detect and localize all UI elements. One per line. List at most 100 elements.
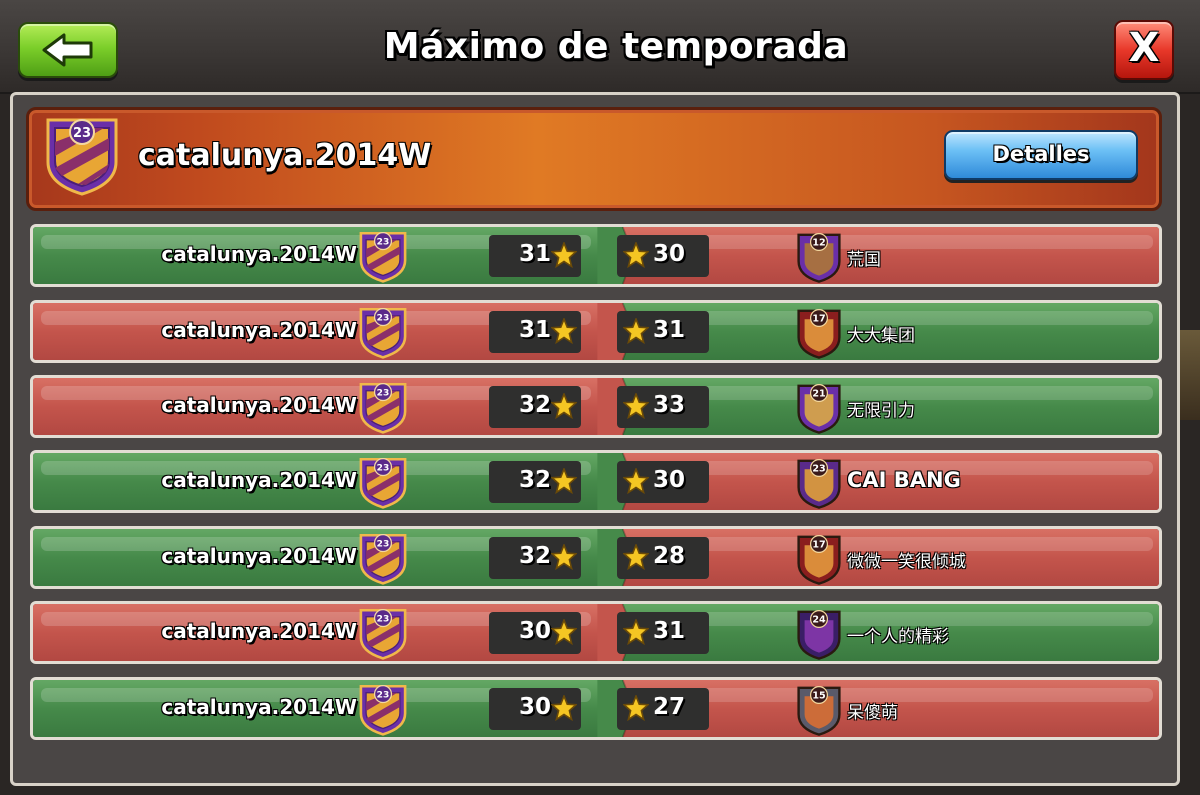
own-clan-level: 23 (377, 539, 390, 549)
war-row[interactable]: catalunya.2014W 23 31 31 17 大大集团 (30, 300, 1162, 363)
own-clan-name: catalunya.2014W (161, 318, 357, 342)
opponent-stars: 31 (653, 317, 686, 343)
own-stars-box: 30 (489, 688, 581, 730)
opponent-clan-name: 微微一笑很倾城 (847, 552, 966, 572)
star-icon (551, 242, 577, 268)
opponent-stars: 31 (653, 618, 686, 644)
own-stars: 32 (519, 467, 552, 493)
star-icon (623, 695, 649, 721)
details-button[interactable]: Detalles (944, 130, 1138, 180)
star-icon (623, 242, 649, 268)
own-clan-name: catalunya.2014W (161, 242, 357, 266)
opponent-clan-name: 一个人的精彩 (847, 627, 949, 647)
own-clan-badge-icon: 23 (359, 382, 407, 434)
war-row[interactable]: catalunya.2014W 23 32 30 23 CAI BANG (30, 450, 1162, 513)
own-clan-level: 23 (377, 463, 390, 473)
opponent-level: 12 (812, 238, 825, 249)
star-icon (551, 695, 577, 721)
star-icon (623, 544, 649, 570)
details-button-label: Detalles (992, 142, 1090, 166)
star-icon (623, 619, 649, 645)
own-clan-name: catalunya.2014W (161, 544, 357, 568)
own-stars: 30 (519, 694, 552, 720)
close-button[interactable]: X (1114, 20, 1174, 80)
own-clan-name: catalunya.2014W (161, 393, 357, 417)
clan-level: 23 (73, 126, 91, 141)
opponent-level: 17 (812, 540, 825, 551)
clan-name: catalunya.2014W (138, 138, 432, 173)
star-icon (551, 468, 577, 494)
opponent-badge-icon: 23 (797, 459, 841, 509)
war-row[interactable]: catalunya.2014W 23 30 31 24 一个人的精彩 (30, 601, 1162, 664)
own-clan-level: 23 (377, 237, 390, 247)
opponent-stars-box: 31 (617, 612, 709, 654)
own-stars-box: 32 (489, 537, 581, 579)
own-stars-box: 31 (489, 311, 581, 353)
opponent-badge-icon: 24 (797, 610, 841, 660)
opponent-clan-name: 呆傻萌 (847, 703, 898, 723)
opponent-stars: 33 (653, 392, 686, 418)
opponent-stars: 27 (653, 694, 686, 720)
own-stars: 32 (519, 543, 552, 569)
war-row[interactable]: catalunya.2014W 23 30 27 15 呆傻萌 (30, 677, 1162, 740)
opponent-clan-name: CAI BANG (847, 468, 961, 492)
own-stars-box: 31 (489, 235, 581, 277)
opponent-stars: 30 (653, 241, 686, 267)
row-highlight (653, 688, 1153, 702)
war-row[interactable]: catalunya.2014W 23 32 28 17 微微一笑很倾城 (30, 526, 1162, 589)
opponent-level: 15 (812, 691, 825, 702)
own-clan-badge-icon: 23 (359, 533, 407, 585)
opponent-badge-icon: 15 (797, 686, 841, 736)
close-icon: X (1128, 25, 1160, 71)
background-edge (1180, 330, 1200, 420)
opponent-stars-box: 27 (617, 688, 709, 730)
opponent-level: 21 (812, 389, 826, 400)
star-icon (551, 318, 577, 344)
opponent-badge-icon: 12 (797, 233, 841, 283)
opponent-stars: 28 (653, 543, 686, 569)
star-icon (551, 619, 577, 645)
own-clan-level: 23 (377, 690, 390, 700)
back-arrow-icon (42, 33, 93, 67)
opponent-stars-box: 30 (617, 235, 709, 277)
page-title: Máximo de temporada (383, 26, 849, 67)
own-clan-level: 23 (377, 388, 390, 398)
own-stars-box: 32 (489, 386, 581, 428)
own-clan-name: catalunya.2014W (161, 468, 357, 492)
star-icon (623, 393, 649, 419)
own-clan-level: 23 (377, 313, 390, 323)
opponent-clan-name: 大大集团 (847, 326, 915, 346)
own-clan-badge-icon: 23 (359, 307, 407, 359)
own-stars: 31 (519, 241, 552, 267)
star-icon (623, 318, 649, 344)
opponent-clan-name: 无限引力 (847, 401, 915, 421)
own-stars-box: 32 (489, 461, 581, 503)
own-clan-badge-icon: 23 (359, 457, 407, 509)
opponent-clan-name: 荒国 (847, 250, 881, 270)
own-clan-badge-icon: 23 (359, 608, 407, 660)
war-row[interactable]: catalunya.2014W 23 32 33 21 无限引力 (30, 375, 1162, 438)
opponent-badge-icon: 17 (797, 309, 841, 359)
star-icon (623, 468, 649, 494)
clan-badge-icon: 23 (42, 114, 122, 200)
opponent-stars-box: 33 (617, 386, 709, 428)
opponent-level: 23 (812, 464, 825, 475)
own-stars: 31 (519, 317, 552, 343)
war-row[interactable]: catalunya.2014W 23 31 30 12 荒国 (30, 224, 1162, 287)
back-button[interactable] (18, 22, 118, 78)
opponent-badge-icon: 21 (797, 384, 841, 434)
own-clan-level: 23 (377, 614, 390, 624)
own-stars: 30 (519, 618, 552, 644)
own-clan-badge-icon: 23 (359, 684, 407, 736)
opponent-level: 17 (812, 314, 825, 325)
opponent-stars: 30 (653, 467, 686, 493)
own-stars: 32 (519, 392, 552, 418)
opponent-stars-box: 31 (617, 311, 709, 353)
own-stars-box: 30 (489, 612, 581, 654)
own-clan-name: catalunya.2014W (161, 695, 357, 719)
opponent-level: 24 (812, 615, 826, 626)
star-icon (551, 393, 577, 419)
own-clan-name: catalunya.2014W (161, 619, 357, 643)
own-clan-badge-icon: 23 (359, 231, 407, 283)
opponent-badge-icon: 17 (797, 535, 841, 585)
